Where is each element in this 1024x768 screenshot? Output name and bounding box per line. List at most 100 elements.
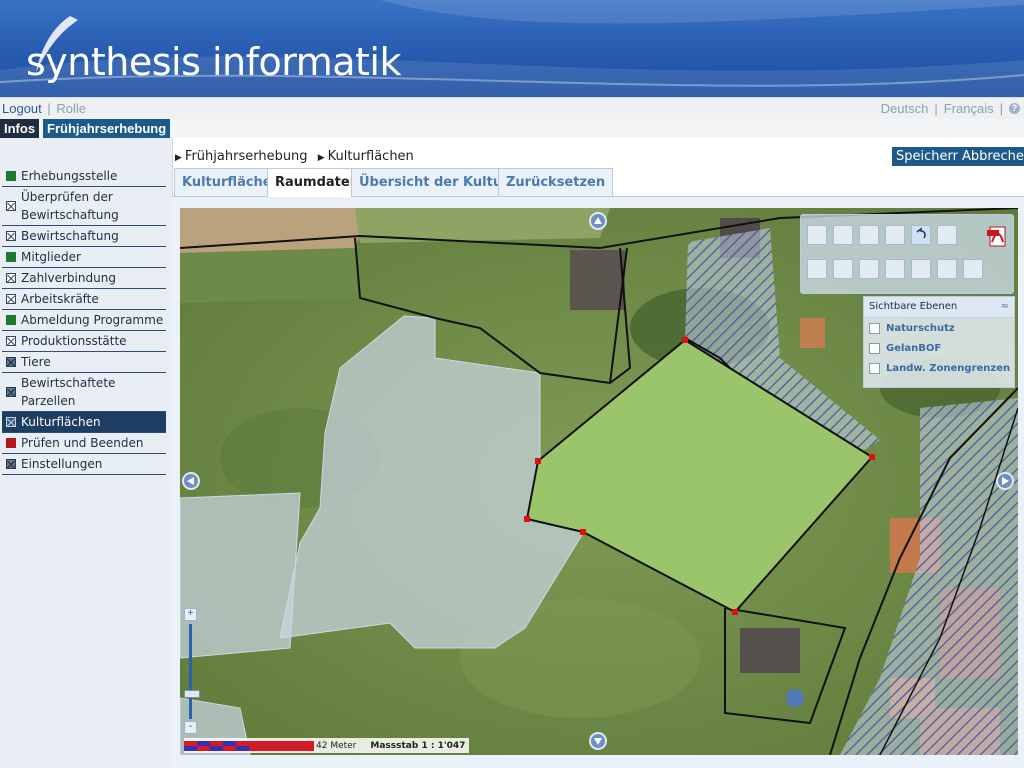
sidebar-item-label: Erhebungsstelle	[21, 169, 118, 183]
cancel-button[interactable]: Abbrechen	[958, 147, 1024, 166]
logout-link[interactable]: Logout	[2, 101, 42, 116]
layer-label: GelanBOF	[886, 342, 942, 354]
draw-polygon-icon[interactable]	[859, 259, 879, 279]
sidebar-item-arbeitskraefte[interactable]: Arbeitskräfte	[2, 289, 166, 310]
sidebar-item-ueberpruefen[interactable]: Überprüfen der Bewirtschaftung	[2, 187, 166, 226]
checkbox-crossed-icon	[6, 417, 16, 427]
select-arrow-icon[interactable]	[859, 225, 879, 245]
sidebar-item-label: Kulturflächen	[21, 415, 101, 429]
draw-point-icon[interactable]	[807, 259, 827, 279]
checkbox-crossed-dark-icon	[6, 357, 16, 367]
logo-text: synthesis informatik	[26, 40, 401, 84]
zoom-slider[interactable]: + -	[184, 608, 200, 734]
collapse-icon[interactable]: ≈	[1001, 297, 1009, 317]
language-german-link[interactable]: Deutsch	[881, 101, 929, 116]
breadcrumb-part[interactable]: Kulturflächen	[328, 149, 414, 164]
pan-down-button[interactable]	[589, 732, 607, 750]
sidebar-item-einstellungen[interactable]: Einstellungen	[2, 454, 166, 475]
scale-bar: 42 Meter Massstab 1 : 1'047	[184, 738, 470, 753]
sidebar-item-bewirtschaftung[interactable]: Bewirtschaftung	[2, 226, 166, 247]
breadcrumb-part[interactable]: Frühjahrserhebung	[185, 149, 308, 164]
breadcrumb-arrow-icon: ▶	[317, 153, 325, 163]
layer-gelanbof[interactable]: GelanBOF	[864, 338, 1014, 358]
layer-checkbox[interactable]	[869, 362, 880, 374]
help-icon[interactable]: ?	[1009, 103, 1020, 114]
status-green-icon	[6, 315, 16, 325]
separator: |	[47, 101, 51, 116]
map-view[interactable]: Sichtbare Ebenen ≈ Naturschutz GelanBOF …	[180, 208, 1018, 755]
status-green-icon	[6, 171, 16, 181]
status-red-icon	[6, 438, 16, 448]
sidebar-item-kulturflaechen[interactable]: Kulturflächen	[2, 412, 166, 433]
sidebar-item-label: Bewirtschaftung	[21, 229, 119, 243]
status-green-icon	[6, 252, 16, 262]
breadcrumb-arrow-icon: ▶	[175, 153, 182, 163]
pan-up-button[interactable]	[589, 212, 607, 230]
sidebar-item-tiere[interactable]: Tiere	[2, 352, 166, 373]
sidebar-item-label: Bewirtschaftete Parzellen	[21, 376, 116, 408]
sidebar-item-label: Zahlverbindung	[21, 271, 116, 285]
pan-left-button[interactable]	[182, 472, 200, 490]
header-banner: synthesis informatik	[0, 0, 1024, 97]
checkbox-crossed-icon	[6, 231, 16, 241]
edit-note-icon[interactable]	[937, 225, 957, 245]
pan-hand-icon[interactable]	[807, 225, 827, 245]
sidebar-item-label: Arbeitskräfte	[21, 292, 99, 306]
infos-tab[interactable]: Infos	[0, 119, 40, 138]
sidebar-item-zahlverbindung[interactable]: Zahlverbindung	[2, 268, 166, 289]
undo-icon[interactable]	[911, 225, 931, 245]
draw-line-icon[interactable]	[833, 259, 853, 279]
role-link[interactable]: Rolle	[56, 101, 86, 116]
sidebar-item-label: Einstellungen	[21, 457, 103, 471]
sidebar-item-parzellen[interactable]: Bewirtschaftete Parzellen	[2, 373, 166, 412]
sidebar-item-produktionsstaette[interactable]: Produktionsstätte	[2, 331, 166, 352]
eraser-icon[interactable]	[885, 225, 905, 245]
sidebar-item-label: Tiere	[21, 355, 51, 369]
scale-distance: 42 Meter	[316, 740, 357, 751]
layer-label: Landw. Zonengrenzen	[886, 362, 1011, 374]
zoom-box-icon[interactable]	[833, 225, 853, 245]
zoom-handle[interactable]	[184, 690, 200, 698]
tab-bar: Kulturflächen Raumdaten Übersicht der Ku…	[172, 168, 1024, 197]
sidebar-item-label: Mitglieder	[21, 250, 81, 264]
sidebar-item-label: Überprüfen der Bewirtschaftung	[21, 190, 119, 222]
sidebar-item-mitglieder[interactable]: Mitglieder	[2, 247, 166, 268]
checkbox-crossed-icon	[6, 201, 16, 211]
sidebar-item-abmeldung[interactable]: Abmeldung Programme	[2, 310, 166, 331]
sidebar: Erhebungsstelle Überprüfen der Bewirtsch…	[0, 138, 173, 768]
layer-checkbox[interactable]	[869, 322, 880, 334]
sidebar-item-label: Abmeldung Programme	[21, 313, 164, 327]
layer-zonengrenzen[interactable]: Landw. Zonengrenzen	[864, 358, 1014, 378]
context-bar: Infos Frühjahrserhebung	[0, 119, 1024, 138]
sidebar-item-pruefen[interactable]: Prüfen und Beenden	[2, 433, 166, 454]
layers-panel-header[interactable]: Sichtbare Ebenen ≈	[864, 297, 1014, 318]
tab-zuruecksetzen[interactable]: Zurücksetzen	[498, 168, 614, 197]
checkbox-crossed-icon	[6, 294, 16, 304]
spring-survey-tab[interactable]: Frühjahrserhebung	[43, 119, 171, 138]
separator: |	[934, 101, 938, 116]
checkbox-crossed-icon	[6, 336, 16, 346]
layers-panel: Sichtbare Ebenen ≈ Naturschutz GelanBOF …	[863, 296, 1015, 388]
checkbox-crossed-dark-icon	[6, 387, 16, 397]
split-icon[interactable]	[911, 259, 931, 279]
map-toolbar	[800, 214, 1014, 294]
scale-ratio: Massstab 1 : 1'047	[370, 740, 466, 751]
zoom-out-button[interactable]: -	[184, 721, 197, 734]
measure-icon[interactable]	[937, 259, 957, 279]
layer-label: Naturschutz	[886, 322, 955, 334]
checkbox-crossed-icon	[6, 273, 16, 283]
pan-right-button[interactable]	[996, 472, 1014, 490]
language-french-link[interactable]: Français	[944, 101, 994, 116]
sidebar-item-erhebungsstelle[interactable]: Erhebungsstelle	[2, 166, 166, 187]
layers-panel-title: Sichtbare Ebenen	[869, 301, 958, 312]
sidebar-item-label: Produktionsstätte	[21, 334, 127, 348]
zoom-track[interactable]	[189, 624, 192, 719]
save-button[interactable]: Speichern	[892, 147, 965, 166]
delete-shape-icon[interactable]	[963, 259, 983, 279]
layer-naturschutz[interactable]: Naturschutz	[864, 318, 1014, 338]
layer-checkbox[interactable]	[869, 342, 880, 354]
zoom-in-button[interactable]: +	[184, 608, 197, 621]
edit-vertex-icon[interactable]	[885, 259, 905, 279]
pdf-export-icon[interactable]	[987, 225, 1009, 249]
sidebar-item-label: Prüfen und Beenden	[21, 436, 144, 450]
